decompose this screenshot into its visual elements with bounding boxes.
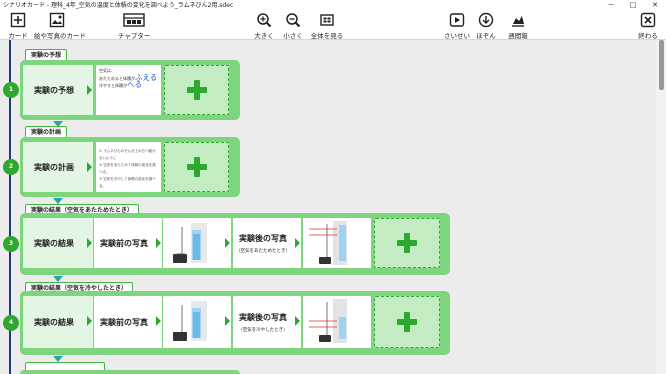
card-photo[interactable] <box>163 218 231 268</box>
exit-icon <box>640 12 656 28</box>
chevron-right-icon <box>87 238 92 248</box>
scrollbar-thumb[interactable] <box>659 40 664 90</box>
plus-icon <box>397 312 417 332</box>
picture-card-icon <box>49 12 65 28</box>
section-box: 実験の計画 ① ラムネびんのせんが上の方へ動かないように ② 空気をあたためて体… <box>20 137 240 197</box>
section-box: 実験の結果 実験前の写真 実験後の写真 （空気を冷やしたとき） <box>20 291 450 355</box>
chevron-right-icon <box>87 162 92 172</box>
card-label: 実験前の写真 <box>100 238 148 248</box>
plus-icon <box>186 157 207 177</box>
section-box: 実験の結果 実験前の写真 実験後の写真 （空気をあたためたとき） <box>20 213 450 275</box>
add-card-slot[interactable] <box>374 296 440 348</box>
card-label: 実験の結果 <box>34 317 74 327</box>
chevron-right-icon <box>295 316 300 326</box>
card-after-photo[interactable]: 実験後の写真 （空気を冷やしたとき） <box>233 296 301 348</box>
upload-button[interactable]: 週間報 <box>506 12 530 40</box>
section-number: 2 <box>3 159 19 175</box>
add-card-label: カード <box>8 32 28 40</box>
fit-all-icon <box>320 14 334 26</box>
save-button[interactable]: ほぞん <box>475 12 497 40</box>
card-photo[interactable] <box>303 296 371 348</box>
card-label: 実験の予想 <box>34 85 74 95</box>
card-before-photo[interactable]: 実験前の写真 <box>94 218 162 268</box>
zoom-out-icon <box>286 13 301 28</box>
card-note[interactable]: ① ラムネびんのせんが上の方へ動かないように ② 空気をあたためて体積の変化を調… <box>96 142 161 192</box>
card-label: 実験後の写真 （空気をあたためたとき） <box>236 233 290 254</box>
window-title: シナリオカード - 理科_4年_空気の温度と体積の変化を調べよう_ラムネびん2用… <box>3 2 234 9</box>
plus-icon <box>397 233 417 253</box>
card-label: 実験の計画 <box>34 162 74 172</box>
experiment-photo <box>307 221 359 265</box>
chevron-right-icon <box>225 316 230 326</box>
chapter-label: チャプター <box>118 32 151 40</box>
card-title[interactable]: 実験の結果 <box>23 296 93 348</box>
toolbar: カード 絵や写真のカード チャプター 大きく 小さく 全体を見る さいせい ほぞ… <box>0 11 666 40</box>
section-number: 1 <box>3 82 19 98</box>
upload-label: 週間報 <box>508 32 528 40</box>
zoom-out-button[interactable]: 小さく <box>283 12 303 40</box>
add-card-slot[interactable] <box>164 65 229 115</box>
vertical-scrollbar[interactable] <box>656 40 666 374</box>
chapter-icon <box>123 13 145 27</box>
scenario-canvas[interactable]: 実験の予想 実験の予想 空気は、 あたためると体積がふえる 冷やすと体積がへる … <box>0 40 656 374</box>
section-box: 実験の予想 空気は、 あたためると体積がふえる 冷やすと体積がへる <box>20 60 240 120</box>
add-card-button[interactable]: カード <box>4 12 32 40</box>
add-card-slot[interactable] <box>374 218 440 268</box>
card-title[interactable]: 実験の計画 <box>23 142 93 192</box>
play-icon <box>449 13 465 27</box>
card-before-photo[interactable]: 実験前の写真 <box>94 296 162 348</box>
card-after-photo[interactable]: 実験後の写真 （空気をあたためたとき） <box>233 218 301 268</box>
card-note[interactable]: 空気は、 あたためると体積がふえる 冷やすと体積がへる <box>96 65 161 115</box>
chevron-right-icon <box>156 238 161 248</box>
chevron-right-icon <box>295 238 300 248</box>
save-icon <box>478 12 494 28</box>
exit-label: 終わる <box>638 32 658 40</box>
plus-icon <box>186 80 207 100</box>
card-title[interactable]: 実験の予想 <box>23 65 93 115</box>
exit-button[interactable]: 終わる <box>636 12 660 40</box>
section-number: 4 <box>3 315 19 331</box>
chevron-right-icon <box>87 85 92 95</box>
section-box-partial <box>20 370 240 374</box>
close-window-button[interactable]: ✕ <box>648 0 662 11</box>
experiment-photo <box>167 221 219 265</box>
section-number: 3 <box>3 236 19 252</box>
upload-icon <box>512 16 524 27</box>
zoom-in-button[interactable]: 大きく <box>254 12 274 40</box>
note-text: 空気は、 あたためると体積がふえる 冷やすと体積がへる <box>99 68 158 89</box>
play-button[interactable]: さいせい <box>444 12 470 40</box>
fit-all-label: 全体を見る <box>310 32 344 40</box>
zoom-out-label: 小さく <box>283 32 303 40</box>
zoom-in-label: 大きく <box>254 32 274 40</box>
card-label: 実験後の写真 （空気を冷やしたとき） <box>238 312 288 333</box>
card-label: 実験前の写真 <box>100 317 148 327</box>
card-photo[interactable] <box>303 218 371 268</box>
card-title[interactable]: 実験の結果 <box>23 218 93 268</box>
card-label: 実験の結果 <box>34 238 74 248</box>
add-picture-card-button[interactable]: 絵や写真のカード <box>34 12 86 40</box>
save-label: ほぞん <box>476 32 496 40</box>
chevron-right-icon <box>225 238 230 248</box>
experiment-photo <box>307 299 359 343</box>
play-label: さいせい <box>444 32 470 40</box>
add-card-slot[interactable] <box>164 142 229 192</box>
experiment-photo <box>167 299 219 343</box>
zoom-in-icon <box>257 13 272 28</box>
chevron-right-icon <box>156 316 161 326</box>
title-bar: シナリオカード - 理科_4年_空気の温度と体積の変化を調べよう_ラムネびん2用… <box>0 0 666 11</box>
card-photo[interactable] <box>163 296 231 348</box>
add-chapter-button[interactable]: チャプター <box>118 12 150 40</box>
add-card-icon <box>10 12 26 28</box>
fit-all-button[interactable]: 全体を見る <box>310 12 344 40</box>
picture-card-label: 絵や写真のカード <box>34 32 86 40</box>
chevron-right-icon <box>87 316 92 326</box>
bullet-list: ① ラムネびんのせんが上の方へ動かないように ② 空気をあたためて体積の変化を調… <box>99 149 156 188</box>
minimize-button[interactable]: － <box>604 0 618 11</box>
maximize-button[interactable]: □ <box>626 0 640 11</box>
